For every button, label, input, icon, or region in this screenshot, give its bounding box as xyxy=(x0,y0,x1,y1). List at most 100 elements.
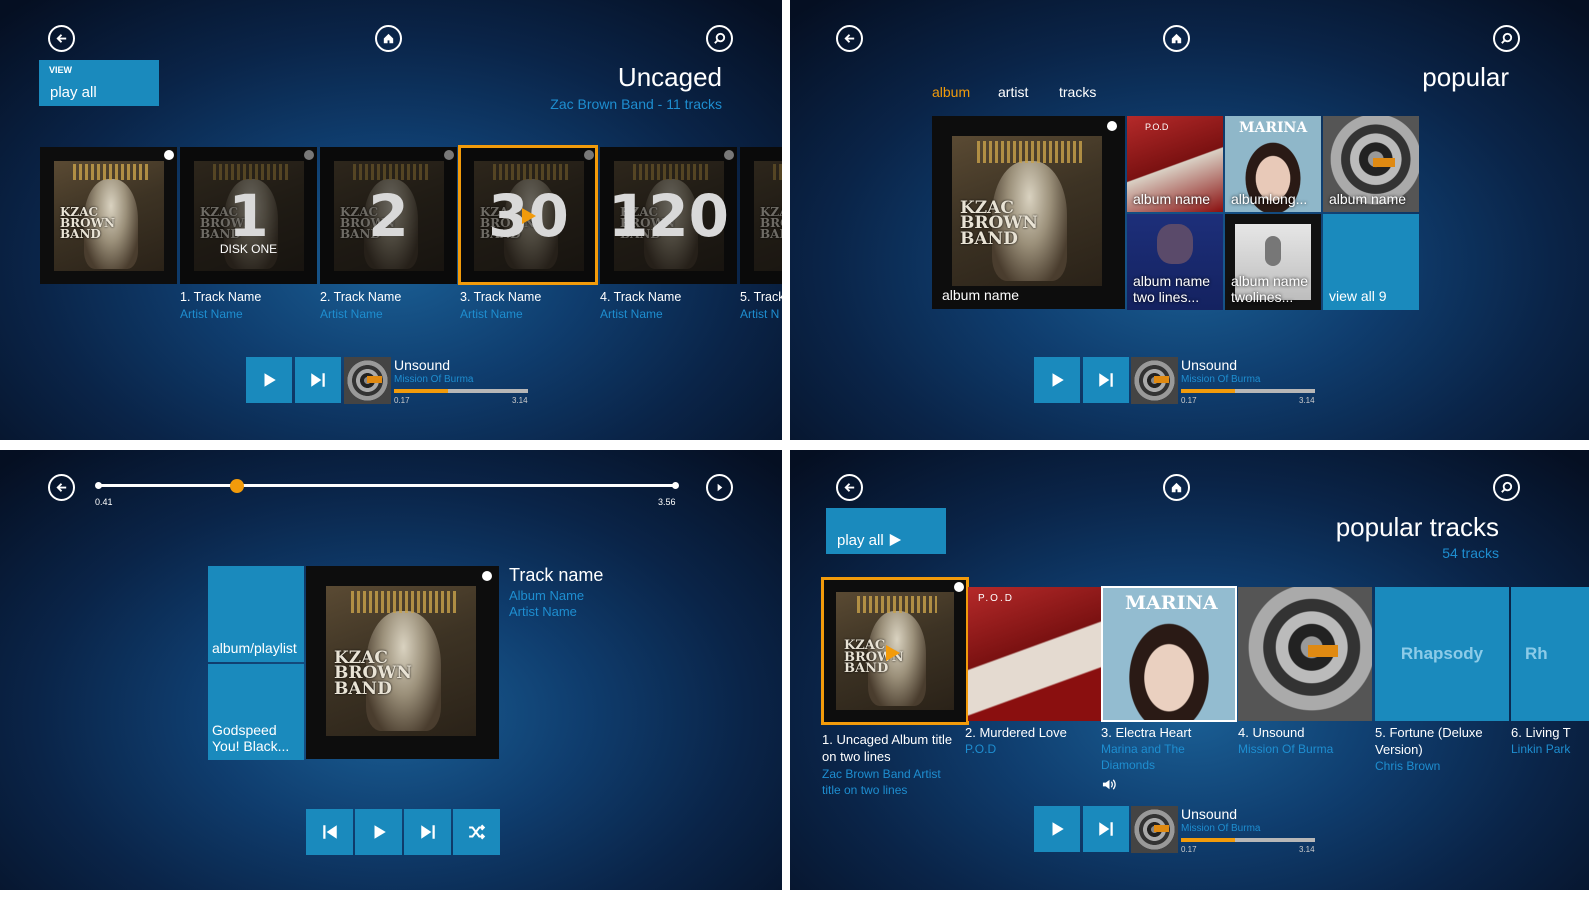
home-button[interactable] xyxy=(1163,474,1190,501)
track-artist[interactable]: Artist Name xyxy=(320,307,383,321)
mini-play-button[interactable] xyxy=(246,357,292,403)
duration-time: 3.14 xyxy=(512,396,528,405)
album-track-tile[interactable]: KZAC BROWN BAND xyxy=(40,147,177,284)
album-track-tile[interactable]: KZACBROWNBAND1 xyxy=(740,147,782,284)
tab-artist[interactable]: artist xyxy=(998,84,1028,100)
duration-time: 3.14 xyxy=(1299,396,1315,405)
home-icon xyxy=(1171,482,1182,493)
track-name[interactable]: 5. Track xyxy=(740,290,782,304)
godspeed-tile[interactable]: Godspeed You! Black... xyxy=(208,664,304,760)
previous-button[interactable] xyxy=(306,809,353,855)
track-tile-6[interactable]: Rh xyxy=(1511,587,1589,721)
play-icon xyxy=(264,373,276,387)
track-name[interactable]: 2. Track Name xyxy=(320,290,401,304)
mini-progress-bar[interactable] xyxy=(1181,389,1315,393)
track-artist[interactable]: Artist Name xyxy=(460,307,523,321)
mini-play-button[interactable] xyxy=(1034,357,1080,403)
track-tile-4[interactable] xyxy=(1238,587,1372,721)
tab-album[interactable]: album xyxy=(932,84,970,100)
side-tile-caption: album/playlist xyxy=(212,639,297,656)
album-tile-1[interactable]: P.O.D album name xyxy=(1127,116,1223,212)
play-indicator-icon xyxy=(886,645,900,661)
tile-art-text: MARINA xyxy=(1125,592,1218,614)
view-all-tile[interactable]: view all 9 xyxy=(1323,214,1419,310)
mini-progress-fill xyxy=(1181,838,1235,842)
now-playing-thumbnail[interactable] xyxy=(344,357,391,404)
album-name[interactable]: Album Name xyxy=(509,588,584,603)
mini-progress-bar[interactable] xyxy=(1181,838,1315,842)
track-name[interactable]: 3. Track Name xyxy=(460,290,541,304)
elapsed-time: 0.17 xyxy=(1181,845,1197,854)
album-track-tile[interactable]: KZACBROWNBAND120 xyxy=(600,147,737,284)
mini-next-button[interactable] xyxy=(295,357,341,403)
album-tile-4[interactable]: album name two lines... xyxy=(1127,214,1223,310)
play-all-button[interactable]: play all xyxy=(826,508,946,554)
album-tile-5[interactable]: album name twolines... xyxy=(1225,214,1321,310)
track-tile-2[interactable]: P.O.D xyxy=(968,587,1101,721)
home-button[interactable] xyxy=(1163,25,1190,52)
home-button[interactable] xyxy=(375,25,402,52)
album-tile-caption: album name xyxy=(1329,190,1407,207)
track-title: 3. Electra Heart xyxy=(1101,725,1192,740)
mini-progress-bar[interactable] xyxy=(394,389,528,393)
track-artist[interactable]: Artist N xyxy=(740,307,779,321)
duration-time: 3.56 xyxy=(658,497,676,507)
track-artist[interactable]: P.O.D xyxy=(965,742,1095,758)
now-playing-thumbnail[interactable] xyxy=(1131,806,1178,853)
back-arrow-icon xyxy=(844,483,855,492)
mini-next-button[interactable] xyxy=(1083,806,1129,852)
search-button[interactable] xyxy=(1493,25,1520,52)
mini-play-button[interactable] xyxy=(1034,806,1080,852)
tab-tracks[interactable]: tracks xyxy=(1059,84,1096,100)
artist-name[interactable]: Artist Name xyxy=(509,604,577,619)
back-button[interactable] xyxy=(48,474,75,501)
back-button[interactable] xyxy=(836,474,863,501)
play-button[interactable] xyxy=(355,809,402,855)
popular-tracks-subtitle: 54 tracks xyxy=(1442,545,1499,561)
back-button[interactable] xyxy=(48,25,75,52)
featured-album-tile[interactable]: KZAC BROWN BAND album name xyxy=(932,116,1125,309)
scrub-handle[interactable] xyxy=(230,479,245,493)
track-name[interactable]: 4. Track Name xyxy=(600,290,681,304)
mini-next-button[interactable] xyxy=(1083,357,1129,403)
search-button[interactable] xyxy=(706,25,733,52)
album-tile-caption: albumlong... xyxy=(1231,190,1308,207)
album-playlist-tile[interactable]: album/playlist xyxy=(208,566,304,662)
track-artist[interactable]: Artist Name xyxy=(180,307,243,321)
search-button[interactable] xyxy=(1493,474,1520,501)
album-track-tile[interactable]: KZACBROWNBAND2 xyxy=(320,147,457,284)
track-tile-3[interactable]: MARINA xyxy=(1101,586,1237,722)
shuffle-button[interactable] xyxy=(453,809,500,855)
now-playing-song: Unsound xyxy=(1181,357,1238,373)
track-artist[interactable]: Artist Name xyxy=(600,307,663,321)
album-subtitle: Zac Brown Band - 11 tracks xyxy=(550,96,722,112)
view-play-all-button[interactable]: VIEW play all xyxy=(39,60,159,106)
track-artist[interactable]: Marina and The Diamonds xyxy=(1101,742,1211,773)
featured-album-caption: album name xyxy=(942,287,1020,303)
album-tile-caption: album name xyxy=(1133,190,1211,207)
track-artist[interactable]: Linkin Park xyxy=(1511,742,1589,758)
album-track-tile[interactable]: KZACBROWNBAND1DISK ONE xyxy=(180,147,317,284)
now-playing-thumbnail[interactable] xyxy=(1131,357,1178,404)
forward-button[interactable] xyxy=(706,474,733,501)
album-tile-3[interactable]: album name xyxy=(1323,116,1419,212)
track-artist[interactable]: Chris Brown xyxy=(1375,759,1505,775)
skip-next-icon xyxy=(311,373,325,387)
track-artist[interactable]: Mission Of Burma xyxy=(1238,742,1368,758)
back-button[interactable] xyxy=(836,25,863,52)
album-tile-caption: album name twolines... xyxy=(1231,272,1309,305)
volume-icon[interactable] xyxy=(1102,777,1117,792)
tile-art-text: Rhapsody xyxy=(1400,644,1484,663)
scrub-track[interactable] xyxy=(99,484,676,487)
back-arrow-icon xyxy=(844,34,855,43)
track-title: 6. Living T xyxy=(1511,725,1571,740)
track-artist[interactable]: Zac Brown Band Artist title on two lines xyxy=(822,767,962,798)
track-tile-5[interactable]: Rhapsody xyxy=(1375,587,1509,721)
search-icon xyxy=(1501,32,1513,44)
track-title: 4. Unsound xyxy=(1238,725,1305,740)
album-tile-2[interactable]: MARINA albumlong... xyxy=(1225,116,1321,212)
now-playing-song: Unsound xyxy=(1181,806,1238,822)
album-title: Uncaged xyxy=(617,62,722,92)
next-button[interactable] xyxy=(404,809,451,855)
track-name[interactable]: 1. Track Name xyxy=(180,290,261,304)
